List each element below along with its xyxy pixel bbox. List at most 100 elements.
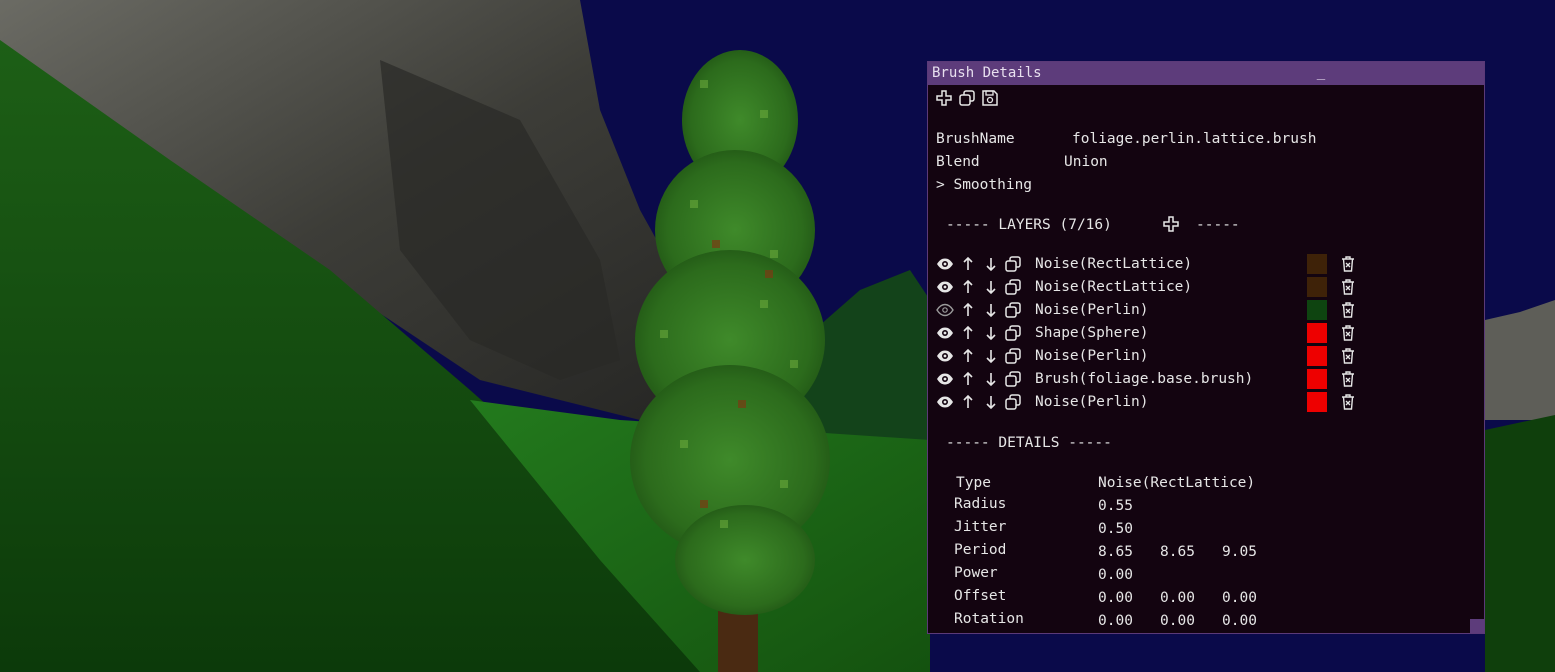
period-z-value[interactable]: 9.05 (1222, 543, 1257, 561)
offset-x-value[interactable]: 0.00 (1098, 589, 1133, 607)
rotation-x-value[interactable]: 0.00 (1098, 612, 1133, 630)
delete-layer-button[interactable] (1339, 301, 1357, 319)
layer-row[interactable]: Noise(Perlin) (936, 392, 1366, 412)
layer-row[interactable]: Noise(RectLattice) (936, 254, 1366, 274)
layer-color-swatch[interactable] (1307, 369, 1327, 389)
layer-color-swatch[interactable] (1307, 277, 1327, 297)
offset-z-value[interactable]: 0.00 (1222, 589, 1257, 607)
move-layer-up-button[interactable] (959, 347, 977, 365)
move-layer-down-button[interactable] (982, 255, 1000, 273)
delete-layer-button[interactable] (1339, 347, 1357, 365)
duplicate-layer-button[interactable] (1004, 255, 1022, 273)
eye-icon (937, 373, 953, 385)
arrow-up-icon (963, 256, 973, 270)
arrow-down-icon (986, 281, 996, 295)
move-layer-up-button[interactable] (959, 301, 977, 319)
move-layer-down-button[interactable] (982, 347, 1000, 365)
brush-name-value[interactable]: foliage.perlin.lattice.brush (1072, 130, 1316, 148)
details-header: ----- DETAILS ----- (946, 435, 1112, 451)
layer-color-swatch[interactable] (1307, 300, 1327, 320)
save-brush-button[interactable] (981, 89, 999, 107)
layer-name[interactable]: Noise(RectLattice) (1035, 278, 1192, 296)
trash-icon (1342, 348, 1354, 364)
power-value[interactable]: 0.00 (1098, 566, 1133, 584)
copy-icon (1005, 371, 1021, 387)
layer-name[interactable]: Noise(RectLattice) (1035, 255, 1192, 273)
eye-icon (937, 396, 953, 408)
trash-icon (1342, 279, 1354, 295)
visibility-toggle[interactable] (936, 324, 954, 342)
move-layer-up-button[interactable] (959, 393, 977, 411)
rotation-y-value[interactable]: 0.00 (1160, 612, 1195, 630)
visibility-toggle[interactable] (936, 393, 954, 411)
layer-row[interactable]: Shape(Sphere) (936, 323, 1366, 343)
arrow-down-icon (986, 258, 996, 272)
copy-brush-button[interactable] (958, 89, 976, 107)
resize-grip[interactable] (1470, 619, 1484, 633)
layers-header: ----- LAYERS (7/16) (946, 217, 1112, 233)
layer-color-swatch[interactable] (1307, 392, 1327, 412)
arrow-up-icon (963, 394, 973, 408)
visibility-toggle[interactable] (936, 278, 954, 296)
layer-color-swatch[interactable] (1307, 323, 1327, 343)
duplicate-layer-button[interactable] (1004, 370, 1022, 388)
panel-title-bar[interactable]: Brush Details _ (928, 62, 1484, 85)
smoothing-toggle[interactable]: > Smoothing (936, 176, 1032, 194)
trash-icon (1342, 302, 1354, 318)
add-brush-button[interactable] (935, 89, 953, 107)
trash-icon (1342, 325, 1354, 341)
delete-layer-button[interactable] (1339, 370, 1357, 388)
arrow-up-icon (963, 279, 973, 293)
move-layer-up-button[interactable] (959, 255, 977, 273)
layer-name[interactable]: Noise(Perlin) (1035, 347, 1149, 365)
trash-icon (1342, 394, 1354, 410)
visibility-toggle[interactable] (936, 347, 954, 365)
duplicate-layer-button[interactable] (1004, 347, 1022, 365)
move-layer-down-button[interactable] (982, 324, 1000, 342)
rotation-z-value[interactable]: 0.00 (1222, 612, 1257, 630)
add-layer-button[interactable] (1162, 215, 1180, 233)
copy-icon (1005, 302, 1021, 318)
layer-row[interactable]: Noise(RectLattice) (936, 277, 1366, 297)
delete-layer-button[interactable] (1339, 393, 1357, 411)
move-layer-up-button[interactable] (959, 370, 977, 388)
layer-color-swatch[interactable] (1307, 254, 1327, 274)
move-layer-down-button[interactable] (982, 278, 1000, 296)
layer-name[interactable]: Noise(Perlin) (1035, 301, 1149, 319)
duplicate-layer-button[interactable] (1004, 301, 1022, 319)
layer-name[interactable]: Brush(foliage.base.brush) (1035, 370, 1253, 388)
layer-color-swatch[interactable] (1307, 346, 1327, 366)
layer-row[interactable]: Noise(Perlin) (936, 346, 1366, 366)
period-x-value[interactable]: 8.65 (1098, 543, 1133, 561)
duplicate-layer-button[interactable] (1004, 393, 1022, 411)
visibility-toggle[interactable] (936, 301, 954, 319)
layer-name[interactable]: Noise(Perlin) (1035, 393, 1149, 411)
layer-row[interactable]: Brush(foliage.base.brush) (936, 369, 1366, 389)
eye-icon (937, 350, 953, 362)
delete-layer-button[interactable] (1339, 324, 1357, 342)
offset-y-value[interactable]: 0.00 (1160, 589, 1195, 607)
move-layer-down-button[interactable] (982, 370, 1000, 388)
move-layer-up-button[interactable] (959, 324, 977, 342)
move-layer-down-button[interactable] (982, 301, 1000, 319)
move-layer-up-button[interactable] (959, 278, 977, 296)
visibility-toggle[interactable] (936, 370, 954, 388)
duplicate-layer-button[interactable] (1004, 278, 1022, 296)
radius-value[interactable]: 0.55 (1098, 497, 1133, 515)
layer-name[interactable]: Shape(Sphere) (1035, 324, 1149, 342)
right-grass (1485, 415, 1555, 672)
visibility-toggle[interactable] (936, 255, 954, 273)
blend-value[interactable]: Union (1064, 153, 1108, 171)
delete-layer-button[interactable] (1339, 255, 1357, 273)
arrow-up-icon (963, 371, 973, 385)
jitter-value[interactable]: 0.50 (1098, 520, 1133, 538)
minimize-button[interactable]: _ (1314, 64, 1328, 82)
blend-label: Blend (936, 154, 980, 170)
arrow-down-icon (986, 350, 996, 364)
duplicate-layer-button[interactable] (1004, 324, 1022, 342)
move-layer-down-button[interactable] (982, 393, 1000, 411)
layer-row[interactable]: Noise(Perlin) (936, 300, 1366, 320)
period-y-value[interactable]: 8.65 (1160, 543, 1195, 561)
eye-icon (937, 258, 953, 270)
delete-layer-button[interactable] (1339, 278, 1357, 296)
